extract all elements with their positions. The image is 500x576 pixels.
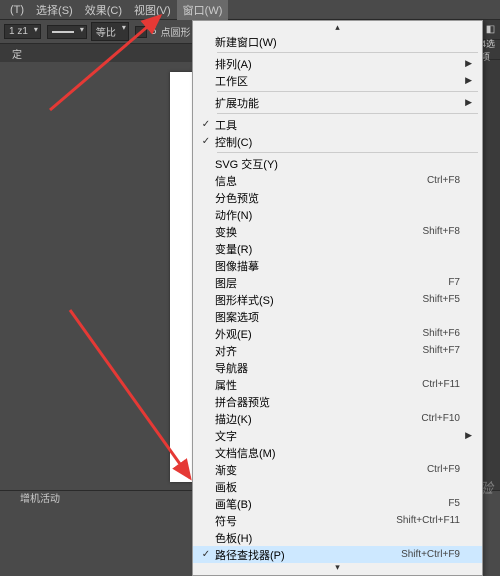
menu-item[interactable]: 图像描摹	[193, 257, 482, 274]
menu-item-label: 符号	[215, 513, 396, 529]
menu-item-label: 渐变	[215, 462, 427, 478]
menu-item[interactable]: 外观(E)Shift+F6	[193, 325, 482, 342]
menu-item-label: 控制(C)	[215, 134, 460, 150]
menu-separator	[217, 113, 478, 114]
submenu-arrow-icon: ▶	[460, 97, 472, 108]
menu-item[interactable]: 排列(A)▶	[193, 55, 482, 72]
scale-dropdown[interactable]: 等比	[91, 22, 129, 41]
menu-item[interactable]: 图层F7	[193, 274, 482, 291]
menu-item[interactable]: 符号Shift+Ctrl+F11	[193, 512, 482, 529]
menu-item[interactable]: 渐变Ctrl+F9	[193, 461, 482, 478]
panel-label[interactable]: 4选项	[481, 40, 500, 60]
menu-shortcut: Ctrl+F11	[422, 379, 460, 390]
menu-item-label: 分色预览	[215, 190, 460, 206]
menu-item[interactable]: ✓控制(C)	[193, 133, 482, 150]
menu-item-label: 工作区	[215, 73, 460, 89]
menu-shortcut: Shift+Ctrl+F9	[401, 549, 460, 560]
menu-separator	[217, 91, 478, 92]
menu-item[interactable]: 图形样式(S)Shift+F5	[193, 291, 482, 308]
menu-item[interactable]: SVG 交互(Y)	[193, 155, 482, 172]
menu-item[interactable]: 变量(R)	[193, 240, 482, 257]
menu-shortcut: F7	[448, 277, 460, 288]
menu-item[interactable]: 文字▶	[193, 427, 482, 444]
submenu-arrow-icon: ▶	[460, 75, 472, 86]
menu-item[interactable]: 分色预览	[193, 189, 482, 206]
menu-item-label: 外观(E)	[215, 326, 422, 342]
menu-item[interactable]: 导航器	[193, 359, 482, 376]
menu-item[interactable]: 属性Ctrl+F11	[193, 376, 482, 393]
menu-shortcut: Ctrl+F10	[421, 413, 460, 424]
menu-item[interactable]: 扩展功能▶	[193, 94, 482, 111]
menu-item-label: 路径查找器(P)	[215, 547, 401, 563]
menu-item-label: 图案选项	[215, 309, 460, 325]
menu-scroll-down-icon[interactable]: ▾	[193, 563, 482, 573]
menu-item[interactable]: 画板	[193, 478, 482, 495]
menu-item[interactable]: 拼合器预览	[193, 393, 482, 410]
menu-item-label: 文字	[215, 428, 460, 444]
menu-shortcut: Shift+F8	[422, 226, 460, 237]
menu-shortcut: Shift+F5	[422, 294, 460, 305]
check-icon: ✓	[197, 119, 215, 130]
menu-item-label: 图像描摹	[215, 258, 460, 274]
menu-view[interactable]: 视图(V)	[128, 0, 177, 20]
menu-item-label: 扩展功能	[215, 95, 460, 111]
check-icon: ✓	[197, 136, 215, 147]
menu-separator	[217, 52, 478, 53]
menu-item[interactable]: 文档信息(M)	[193, 444, 482, 461]
menu-item[interactable]: 图案选项	[193, 308, 482, 325]
right-panel-strip: ◧ 4选项	[480, 20, 500, 490]
menu-item-label: 信息	[215, 173, 427, 189]
menu-shortcut: Ctrl+F9	[427, 464, 460, 475]
menu-shortcut: Shift+F6	[422, 328, 460, 339]
menu-item-label: 描边(K)	[215, 411, 421, 427]
menu-item[interactable]: 变换Shift+F8	[193, 223, 482, 240]
window-menu: ▴ 新建窗口(W)排列(A)▶工作区▶扩展功能▶✓工具✓控制(C)SVG 交互(…	[192, 20, 483, 576]
menu-select[interactable]: 选择(S)	[30, 0, 79, 20]
menu-item-label: 画板	[215, 479, 460, 495]
menu-item-label: 变换	[215, 224, 422, 240]
stroke-profile[interactable]	[47, 25, 87, 39]
menu-shortcut: Shift+F7	[422, 345, 460, 356]
menu-item[interactable]: 对齐Shift+F7	[193, 342, 482, 359]
menu-item-label: 拼合器预览	[215, 394, 460, 410]
menu-bar: (T) 选择(S) 效果(C) 视图(V) 窗口(W)	[0, 0, 500, 20]
menu-item-label: 文档信息(M)	[215, 445, 460, 461]
menu-item[interactable]: ✓路径查找器(P)Shift+Ctrl+F9	[193, 546, 482, 563]
menu-item-label: 图层	[215, 275, 448, 291]
check-icon: ✓	[197, 549, 215, 560]
menu-item[interactable]: 工作区▶	[193, 72, 482, 89]
menu-item[interactable]: ✓工具	[193, 116, 482, 133]
menu-window[interactable]: 窗口(W)	[177, 0, 229, 20]
menu-shortcut: Ctrl+F8	[427, 175, 460, 186]
shape-label: 点圆形	[160, 24, 190, 39]
menu-item-label: 排列(A)	[215, 56, 460, 72]
menu-item-label: 导航器	[215, 360, 460, 376]
submenu-arrow-icon: ▶	[460, 58, 472, 69]
menu-item-label: 新建窗口(W)	[215, 34, 460, 50]
zoom-dropdown[interactable]: 1 z1	[4, 24, 41, 39]
menu-shortcut: Shift+Ctrl+F11	[396, 515, 460, 526]
menu-item-label: 色板(H)	[215, 530, 460, 546]
swatch-icon[interactable]	[135, 26, 147, 38]
menu-item[interactable]: 动作(N)	[193, 206, 482, 223]
menu-item-label: 变量(R)	[215, 241, 460, 257]
menu-t[interactable]: (T)	[4, 2, 30, 18]
menu-item-label: 属性	[215, 377, 422, 393]
menu-effect[interactable]: 效果(C)	[79, 0, 128, 20]
menu-item[interactable]: 描边(K)Ctrl+F10	[193, 410, 482, 427]
menu-item-label: 对齐	[215, 343, 422, 359]
menu-item-label: 工具	[215, 117, 460, 133]
document-tab[interactable]: 定	[12, 46, 22, 61]
menu-item-label: 动作(N)	[215, 207, 460, 223]
menu-item-label: SVG 交互(Y)	[215, 156, 460, 172]
menu-item-label: 图形样式(S)	[215, 292, 422, 308]
submenu-arrow-icon: ▶	[460, 430, 472, 441]
menu-item[interactable]: 信息Ctrl+F8	[193, 172, 482, 189]
menu-item[interactable]: 色板(H)	[193, 529, 482, 546]
menu-separator	[217, 152, 478, 153]
status-text: 增机活动	[20, 490, 60, 505]
shape-sides: 5	[151, 26, 157, 37]
menu-scroll-up-icon[interactable]: ▴	[193, 23, 482, 33]
menu-item[interactable]: 新建窗口(W)	[193, 33, 482, 50]
